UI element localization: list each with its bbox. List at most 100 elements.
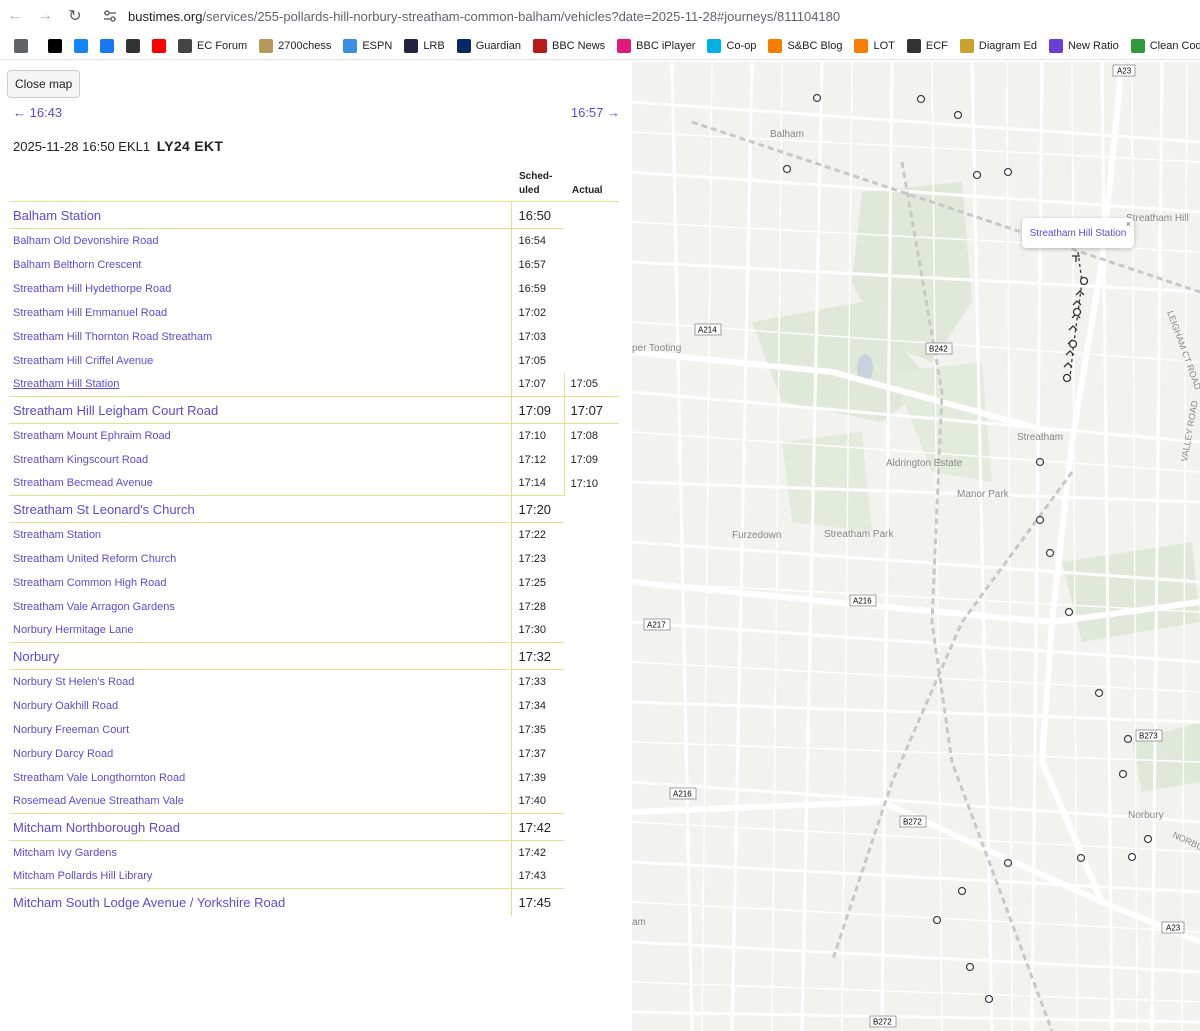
stop-name-link[interactable]: Mitcham Ivy Gardens [9,841,511,865]
bookmark-item[interactable]: BBC News [527,34,611,58]
stop-name-link[interactable]: Balham Old Devonshire Road [9,229,511,253]
bus-stop-marker[interactable] [1035,515,1045,525]
address-bar[interactable]: bustimes.org/services/255-pollards-hill-… [102,8,840,24]
bookmark-item[interactable] [94,34,120,58]
stop-name[interactable]: Streatham Mount Ephraim Road [13,430,171,442]
stop-name[interactable]: Mitcham Pollards Hill Library [13,870,152,882]
map-canvas[interactable]: A23 A214 B242 A216 A217 A216 B272 B273 A… [632,62,1200,1031]
bookmark-item[interactable]: LOT [848,34,900,58]
stop-name[interactable]: Streatham Hill Criffel Avenue [13,355,153,367]
stop-name[interactable]: Norbury Hermitage Lane [13,624,133,636]
stop-name[interactable]: Streatham United Reform Church [13,553,176,565]
route-map[interactable]: A23 A214 B242 A216 A217 A216 B272 B273 A… [632,62,1200,1031]
popup-close-icon[interactable]: × [1126,219,1131,229]
bus-stop-marker[interactable] [965,962,975,972]
stop-name-link[interactable]: Streatham Kingscourt Road [9,448,511,472]
bookmark-item[interactable]: EC Forum [172,34,253,58]
stop-name-link[interactable]: Mitcham South Lodge Avenue / Yorkshire R… [9,888,511,916]
stop-name-link[interactable]: Balham Station [9,201,511,229]
bookmark-item[interactable]: Guardian [451,34,527,58]
stop-name[interactable]: Balham Station [13,208,101,223]
popup-stop-name[interactable]: Streatham Hill Station [1030,228,1127,239]
bus-stop-marker[interactable] [1143,834,1153,844]
bus-stop-marker[interactable] [1118,769,1128,779]
stop-name[interactable]: Streatham Common High Road [13,577,166,589]
stop-name[interactable]: Norbury Darcy Road [13,748,113,760]
forward-arrow-icon[interactable]: → [30,1,60,31]
stop-name[interactable]: Streatham Hill Leigham Court Road [13,403,218,418]
stop-name[interactable]: Streatham St Leonard's Church [13,502,195,517]
bus-stop-marker[interactable] [1003,167,1013,177]
stop-name-link[interactable]: Norbury St Helen's Road [9,670,511,694]
stop-name[interactable]: Balham Old Devonshire Road [13,235,159,247]
stop-name-link[interactable]: Streatham Hill Leigham Court Road [9,396,511,424]
bookmark-item[interactable]: Co-op [701,34,762,58]
stop-name-link[interactable]: Streatham Hill Thornton Road Streatham [9,325,511,349]
bookmark-item[interactable] [120,34,146,58]
stop-name-link[interactable]: Norbury Freeman Court [9,718,511,742]
bus-stop-marker[interactable] [916,94,926,104]
bus-stop-marker[interactable] [972,170,982,180]
site-settings-icon[interactable] [102,8,118,24]
bus-stop-marker[interactable] [957,886,967,896]
bookmark-item[interactable] [146,34,172,58]
reload-icon[interactable]: ↻ [60,1,90,31]
bookmark-item[interactable] [68,34,94,58]
bus-stop-marker[interactable] [1003,858,1013,868]
stop-name[interactable]: Streatham Vale Longthornton Road [13,772,185,784]
bookmark-item[interactable]: Diagram Ed [954,34,1043,58]
stop-name-link[interactable]: Mitcham Pollards Hill Library [9,865,511,889]
bus-stop-marker[interactable] [1035,457,1045,467]
stop-name-link[interactable]: Streatham Hill Station [9,373,511,397]
stop-name[interactable]: Streatham Hill Hydethorpe Road [13,283,171,295]
stop-name[interactable]: Streatham Kingscourt Road [13,454,148,466]
bus-stop-marker[interactable] [812,93,822,103]
stop-name[interactable]: Mitcham Northborough Road [13,820,180,835]
bus-stop-marker[interactable] [1064,607,1074,617]
stop-name[interactable]: Streatham Hill Thornton Road Streatham [13,331,212,343]
bus-stop-marker[interactable] [984,994,994,1004]
stop-name[interactable]: Rosemead Avenue Streatham Vale [13,795,184,807]
bookmark-item[interactable]: New Ratio [1043,34,1125,58]
next-journey-link[interactable]: 16:57 → [571,105,620,120]
stop-name-link[interactable]: Mitcham Northborough Road [9,813,511,841]
bookmark-item[interactable]: Clean Coder [1125,34,1200,58]
stop-name-link[interactable]: Streatham Mount Ephraim Road [9,424,511,448]
bus-stop-marker[interactable] [782,164,792,174]
bus-stop-marker[interactable] [1127,852,1137,862]
stop-name[interactable]: Norbury St Helen's Road [13,676,134,688]
bus-stop-marker[interactable] [932,915,942,925]
stop-name-link[interactable]: Norbury Darcy Road [9,742,511,766]
back-arrow-icon[interactable]: ← [0,1,30,31]
stop-name-link[interactable]: Norbury Oakhill Road [9,694,511,718]
stop-name-link[interactable]: Streatham Hill Emmanuel Road [9,301,511,325]
bookmark-item[interactable]: S&BC Blog [762,34,848,58]
bookmark-item[interactable]: ESPN [337,34,398,58]
previous-journey-link[interactable]: ← 16:43 [13,105,62,120]
stop-name[interactable]: Norbury [13,649,59,664]
stop-name[interactable]: Balham Belthorn Crescent [13,259,141,271]
stop-popup[interactable]: Streatham Hill Station × [1022,218,1134,248]
stop-name[interactable]: Norbury Freeman Court [13,724,129,736]
stop-name[interactable]: Streatham Hill Emmanuel Road [13,307,167,319]
bus-stop-marker[interactable] [1094,688,1104,698]
stop-name-link[interactable]: Streatham United Reform Church [9,547,511,571]
bus-stop-marker[interactable] [1045,548,1055,558]
stop-name-link[interactable]: Norbury [9,642,511,670]
stop-name[interactable]: Mitcham South Lodge Avenue / Yorkshire R… [13,895,285,910]
bookmark-item[interactable]: 2700chess [253,34,337,58]
stop-name[interactable]: Mitcham Ivy Gardens [13,847,117,859]
stop-name-link[interactable]: Streatham Station [9,523,511,547]
stop-name[interactable]: Norbury Oakhill Road [13,700,118,712]
stop-name[interactable]: Streatham Vale Arragon Gardens [13,601,175,613]
stop-name-link[interactable]: Streatham Hill Criffel Avenue [9,349,511,373]
stop-name-link[interactable]: Streatham St Leonard's Church [9,495,511,523]
bookmark-item[interactable]: BBC iPlayer [611,34,701,58]
stop-name-link[interactable]: Streatham Common High Road [9,571,511,595]
stop-name[interactable]: Streatham Station [13,529,101,541]
stop-name[interactable]: Streatham Hill Station [13,378,119,390]
close-map-button[interactable]: Close map [7,70,81,98]
bus-stop-marker[interactable] [1076,853,1086,863]
stop-name-link[interactable]: Rosemead Avenue Streatham Vale [9,790,511,814]
bookmark-item[interactable] [8,34,34,58]
